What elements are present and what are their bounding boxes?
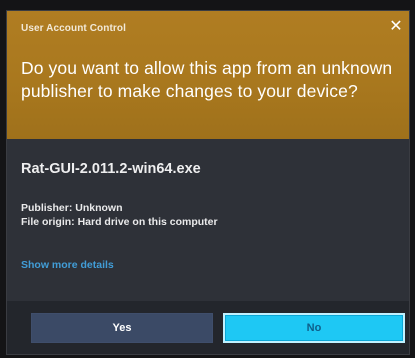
close-button[interactable]: ✕	[385, 15, 407, 37]
prompt-question: Do you want to allow this app from an un…	[21, 58, 393, 101]
dialog-title: User Account Control	[21, 23, 126, 34]
yes-button[interactable]: Yes	[31, 313, 213, 343]
app-name: Rat-GUI-2.011.2-win64.exe	[21, 161, 201, 177]
close-icon: ✕	[389, 18, 403, 35]
dialog-header: User Account Control ✕ Do you want to al…	[7, 11, 409, 139]
publisher-text: Publisher: Unknown	[21, 202, 123, 214]
dialog-body: Rat-GUI-2.011.2-win64.exe Publisher: Unk…	[7, 139, 409, 301]
show-more-details-link[interactable]: Show more details	[21, 259, 114, 271]
uac-dialog: User Account Control ✕ Do you want to al…	[6, 10, 410, 355]
dialog-footer: Yes No	[7, 301, 409, 354]
file-origin-text: File origin: Hard drive on this computer	[21, 216, 218, 228]
no-button[interactable]: No	[223, 313, 405, 343]
screen-frame: User Account Control ✕ Do you want to al…	[0, 0, 415, 358]
